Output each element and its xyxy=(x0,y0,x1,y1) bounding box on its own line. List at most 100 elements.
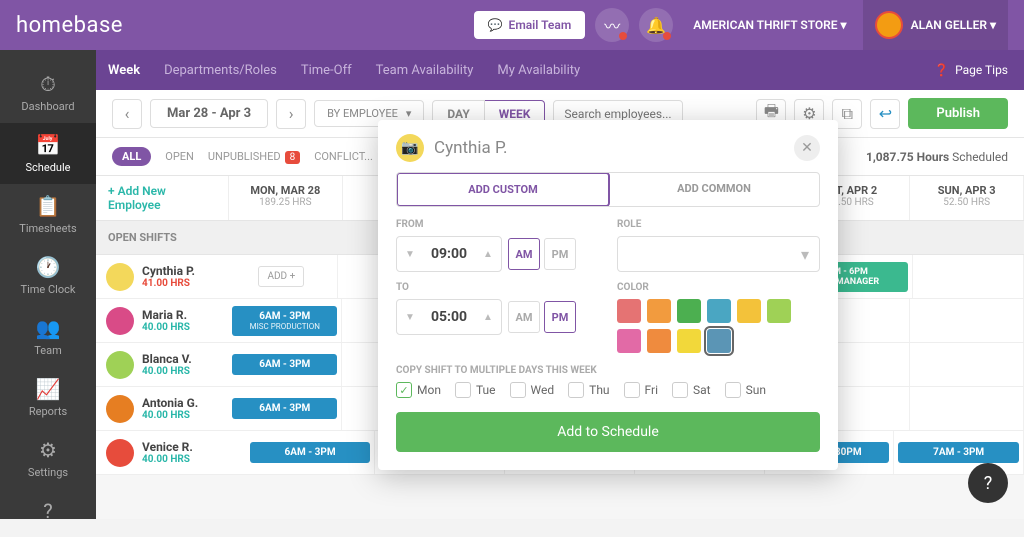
email-team-label: Email Team xyxy=(509,18,572,32)
sidebar-item-help[interactable]: ? xyxy=(0,489,96,537)
add-to-schedule-button[interactable]: Add to Schedule xyxy=(396,412,820,452)
user-menu[interactable]: ALAN GELLER ▾ xyxy=(863,0,1008,50)
add-shift-modal: 📷 Cynthia P. ✕ ADD CUSTOM ADD COMMON FRO… xyxy=(378,120,838,470)
employee-name[interactable]: Venice R. xyxy=(142,440,193,454)
from-pm[interactable]: PM xyxy=(544,238,576,270)
employee-name[interactable]: Antonia G. xyxy=(142,396,198,410)
employee-hours: 40.00 HRS xyxy=(142,454,193,465)
hours-scheduled: 1,087.75 Hours Scheduled xyxy=(866,150,1008,164)
to-pm[interactable]: PM xyxy=(544,301,576,333)
sidebar-icon: ? xyxy=(0,499,96,523)
day-checkbox-sat[interactable]: Sat xyxy=(672,382,711,398)
sidebar-item-timesheets[interactable]: 📋Timesheets xyxy=(0,184,96,245)
subnav: Week Departments/Roles Time-Off Team Availa… xyxy=(0,50,1024,90)
shift-block[interactable]: 6AM - 3PM xyxy=(232,398,337,419)
sidebar-item-schedule[interactable]: 📅Schedule xyxy=(0,123,96,184)
group-by-label: BY EMPLOYEE xyxy=(327,107,398,120)
color-swatch[interactable] xyxy=(707,329,731,353)
employee-hours: 41.00 HRS xyxy=(142,278,195,289)
filter-all[interactable]: ALL xyxy=(112,147,151,166)
shift-block[interactable]: 6AM - 3PM xyxy=(232,354,337,375)
shift-block[interactable]: 6AM - 3PM xyxy=(250,442,371,463)
date-range[interactable]: Mar 28 - Apr 3 xyxy=(150,99,268,128)
chevron-down-icon[interactable]: ▼ xyxy=(397,249,423,260)
color-swatch[interactable] xyxy=(737,299,761,323)
to-time-value: 05:00 xyxy=(423,309,475,325)
modal-avatar: 📷 xyxy=(396,134,424,162)
email-team-button[interactable]: 💬 Email Team xyxy=(474,11,586,39)
page-tips[interactable]: ❓Page Tips xyxy=(934,63,1024,77)
brand-logo: homebase xyxy=(16,13,123,38)
shift-block[interactable]: 6AM - 3PMMISC PRODUCTION xyxy=(232,306,337,336)
sidebar-item-time clock[interactable]: 🕐Time Clock xyxy=(0,245,96,306)
subnav-team-availability[interactable]: Team Availability xyxy=(376,63,474,78)
day-checkbox-wed[interactable]: Wed xyxy=(510,382,555,398)
sidebar-icon: 👥 xyxy=(0,316,96,340)
sidebar-icon: ⏱ xyxy=(0,72,96,96)
activity-icon[interactable]: 〰 xyxy=(595,8,629,42)
chevron-down-icon[interactable]: ▼ xyxy=(397,312,423,323)
avatar xyxy=(106,439,134,467)
add-shift-button[interactable]: ADD + xyxy=(258,266,304,287)
close-icon[interactable]: ✕ xyxy=(794,135,820,161)
tab-add-custom[interactable]: ADD CUSTOM xyxy=(396,172,610,207)
color-swatch[interactable] xyxy=(677,299,701,323)
from-am[interactable]: AM xyxy=(508,238,540,270)
add-new-employee[interactable]: + Add New Employee xyxy=(108,184,166,212)
shift-block[interactable]: 7AM - 3PM xyxy=(898,442,1019,463)
copy-label: COPY SHIFT TO MULTIPLE DAYS THIS WEEK xyxy=(396,365,820,376)
avatar xyxy=(875,11,903,39)
day-checkbox-sun[interactable]: Sun xyxy=(725,382,766,398)
tab-add-common[interactable]: ADD COMMON xyxy=(609,173,819,206)
employee-name[interactable]: Blanca V. xyxy=(142,352,192,366)
day-checkbox-tue[interactable]: Tue xyxy=(455,382,496,398)
bell-icon[interactable]: 🔔 xyxy=(639,8,673,42)
color-swatch[interactable] xyxy=(617,329,641,353)
color-swatch[interactable] xyxy=(617,299,641,323)
subnav-time-off[interactable]: Time-Off xyxy=(301,63,352,78)
chat-icon: 💬 xyxy=(488,18,503,32)
sidebar: ⏱Dashboard📅Schedule📋Timesheets🕐Time Cloc… xyxy=(0,50,96,519)
user-name: ALAN GELLER ▾ xyxy=(911,18,996,32)
employee-hours: 40.00 HRS xyxy=(142,366,192,377)
filter-unpublished[interactable]: UNPUBLISHED8 xyxy=(208,150,300,163)
color-swatch[interactable] xyxy=(647,299,671,323)
sidebar-item-dashboard[interactable]: ⏱Dashboard xyxy=(0,62,96,123)
color-swatch[interactable] xyxy=(767,299,791,323)
help-fab[interactable]: ? xyxy=(968,463,1008,503)
sidebar-item-reports[interactable]: 📈Reports xyxy=(0,367,96,428)
undo-icon[interactable]: ↩ xyxy=(870,99,900,129)
day-checkbox-thu[interactable]: Thu xyxy=(568,382,609,398)
color-swatch[interactable] xyxy=(707,299,731,323)
subnav-week[interactable]: Week xyxy=(108,63,140,78)
subnav-my-availability[interactable]: My Availability xyxy=(497,63,580,78)
sidebar-icon: 📈 xyxy=(0,377,96,401)
chevron-down-icon: ▾ xyxy=(406,107,412,120)
avatar xyxy=(106,395,134,423)
chevron-up-icon[interactable]: ▲ xyxy=(475,249,501,260)
filter-open[interactable]: OPEN xyxy=(165,150,194,163)
publish-button[interactable]: Publish xyxy=(908,98,1008,129)
day-checkbox-mon[interactable]: ✓Mon xyxy=(396,382,441,398)
modal-employee-name: Cynthia P. xyxy=(434,138,508,158)
to-time-input[interactable]: ▼ 05:00 ▲ xyxy=(396,299,502,335)
employee-name[interactable]: Cynthia P. xyxy=(142,264,195,278)
next-week-button[interactable]: › xyxy=(276,99,306,129)
color-swatch[interactable] xyxy=(647,329,671,353)
day-checkbox-fri[interactable]: Fri xyxy=(624,382,658,398)
employee-hours: 40.00 HRS xyxy=(142,322,190,333)
color-swatch[interactable] xyxy=(677,329,701,353)
from-time-input[interactable]: ▼ 09:00 ▲ xyxy=(396,236,502,272)
subnav-departments-roles[interactable]: Departments/Roles xyxy=(164,63,277,78)
sidebar-item-settings[interactable]: ⚙Settings xyxy=(0,428,96,489)
sidebar-item-team[interactable]: 👥Team xyxy=(0,306,96,367)
filter-conflicts[interactable]: CONFLICT... xyxy=(314,150,373,163)
prev-week-button[interactable]: ‹ xyxy=(112,99,142,129)
employee-name[interactable]: Maria R. xyxy=(142,308,190,322)
role-select[interactable]: ▾ xyxy=(617,236,820,272)
chevron-up-icon[interactable]: ▲ xyxy=(475,312,501,323)
store-switcher[interactable]: AMERICAN THRIFT STORE ▾ xyxy=(693,18,846,32)
day-header: MON, MAR 28189.25 HRS xyxy=(229,176,343,220)
avatar xyxy=(106,263,134,291)
to-am[interactable]: AM xyxy=(508,301,540,333)
